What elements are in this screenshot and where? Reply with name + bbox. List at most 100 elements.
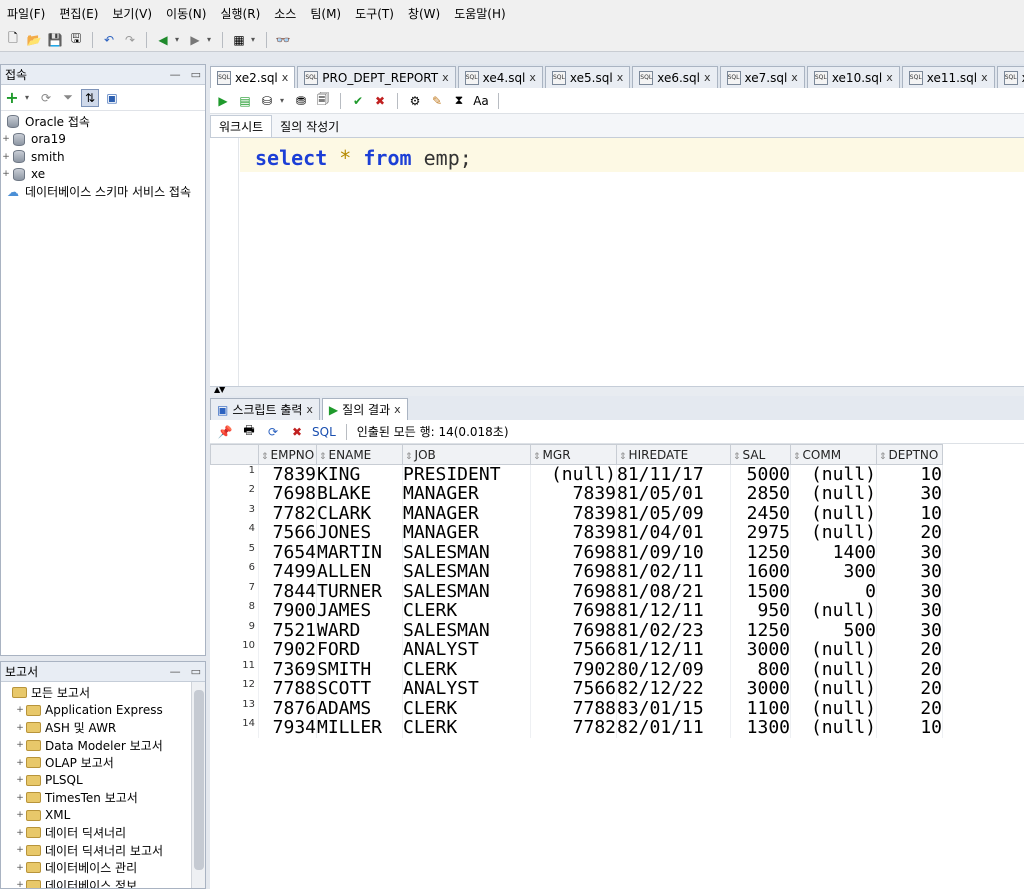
tab-editor-file[interactable]: SQL PRO_DEPT_REPORT x (297, 66, 456, 88)
table-cell[interactable]: 7839 (530, 503, 617, 523)
table-cell[interactable]: PRESIDENT (402, 464, 531, 484)
table-cell[interactable]: 0 (790, 581, 877, 601)
table-cell[interactable]: 7698 (258, 484, 317, 504)
explain-plan-icon[interactable]: 🗐 (314, 92, 332, 110)
expand-icon[interactable]: + (1, 169, 11, 179)
expand-icon[interactable]: + (15, 758, 25, 768)
table-cell[interactable]: 500 (790, 620, 877, 640)
expand-icon[interactable]: + (1, 152, 11, 162)
eraser-icon[interactable]: ✎ (428, 92, 446, 110)
scrollbar-thumb[interactable] (194, 690, 204, 870)
table-cell[interactable]: (null) (530, 464, 617, 484)
tab-editor-file[interactable]: SQL xe5.sql x (544, 66, 631, 88)
cancel-query-icon[interactable]: ✖ (288, 423, 306, 441)
run-script-icon[interactable]: ▤ (236, 92, 254, 110)
table-cell[interactable]: 7499 (258, 562, 317, 582)
add-connection-icon[interactable]: + (3, 88, 21, 107)
tab-script-output[interactable]: ▣ 스크립트 출력 x (210, 398, 320, 420)
table-cell[interactable]: (null) (790, 718, 877, 738)
redo-icon[interactable]: ↷ (121, 31, 139, 49)
table-cell[interactable]: 81/05/09 (616, 503, 731, 523)
table-cell[interactable]: 81/11/17 (616, 464, 731, 484)
table-cell[interactable]: (null) (790, 601, 877, 621)
autotrace-icon[interactable]: ✔ (349, 92, 367, 110)
table-cell[interactable]: 1250 (730, 542, 791, 562)
table-cell[interactable]: ADAMS (316, 698, 403, 718)
close-icon[interactable]: x (282, 71, 289, 84)
table-cell[interactable]: 1300 (730, 718, 791, 738)
table-cell[interactable]: 7521 (258, 620, 317, 640)
table-cell[interactable]: 7839 (530, 484, 617, 504)
table-cell[interactable]: 3000 (730, 679, 791, 699)
table-cell[interactable]: 7566 (530, 679, 617, 699)
table-cell[interactable]: 7698 (530, 581, 617, 601)
table-cell[interactable]: SALESMAN (402, 620, 531, 640)
table-cell[interactable]: JONES (316, 523, 403, 543)
table-cell[interactable]: 1500 (730, 581, 791, 601)
close-icon[interactable]: x (442, 71, 449, 84)
tab-worksheet[interactable]: 워크시트 (210, 115, 273, 137)
table-cell[interactable]: 7839 (530, 523, 617, 543)
add-connection-dropdown-icon[interactable]: ▾ (25, 93, 33, 102)
tree-node[interactable]: + TimesTen 보고서 (1, 789, 205, 807)
table-cell[interactable]: (null) (790, 679, 877, 699)
tree-node[interactable]: + PLSQL (1, 772, 205, 790)
table-cell[interactable]: 10 (876, 718, 943, 738)
tab-editor-file[interactable]: SQL xe2.sql x (210, 66, 296, 88)
table-cell[interactable]: ANALYST (402, 640, 531, 660)
table-cell[interactable]: CLARK (316, 503, 403, 523)
tree-node[interactable]: + Data Modeler 보고서 (1, 737, 205, 755)
column-header[interactable]: ⇕ MGR (530, 444, 617, 465)
table-cell[interactable]: MARTIN (316, 542, 403, 562)
table-cell[interactable]: 7900 (258, 601, 317, 621)
table-cell[interactable]: 7698 (530, 562, 617, 582)
table-row[interactable]: 10 7902 FORD ANALYST 7566 81/12/11 3000 (null) 2… (210, 640, 943, 660)
table-cell[interactable]: SCOTT (316, 679, 403, 699)
save-all-icon[interactable]: 🖫 (67, 31, 85, 49)
table-cell[interactable]: ANALYST (402, 679, 531, 699)
pin-icon[interactable]: 📌 (216, 423, 234, 441)
restore-icon[interactable]: ▭ (191, 665, 201, 678)
table-cell[interactable]: 81/12/11 (616, 601, 731, 621)
table-cell[interactable]: MANAGER (402, 484, 531, 504)
column-header[interactable]: ⇕ COMM (790, 444, 877, 465)
table-cell[interactable]: CLERK (402, 601, 531, 621)
table-cell[interactable]: 81/02/23 (616, 620, 731, 640)
expand-icon[interactable]: + (15, 723, 25, 733)
table-cell[interactable]: 7782 (530, 718, 617, 738)
menu-item[interactable]: 팀(M) (303, 0, 348, 28)
table-cell[interactable]: 2975 (730, 523, 791, 543)
run-statement-icon[interactable]: ▶ (214, 92, 232, 110)
table-cell[interactable]: 7876 (258, 698, 317, 718)
tab-editor-file[interactable]: SQL xe6.sql x (632, 66, 718, 88)
table-cell[interactable]: 7566 (530, 640, 617, 660)
print-icon[interactable]: 🖶 (240, 423, 258, 441)
refresh-icon[interactable]: ⟳ (37, 89, 55, 107)
tab-editor-file[interactable]: SQL xe4.sql x (457, 66, 543, 88)
table-cell[interactable]: KING (316, 464, 403, 484)
minimize-icon[interactable]: — (170, 665, 181, 678)
table-cell[interactable]: 7902 (258, 640, 317, 660)
expand-icon[interactable]: + (15, 845, 25, 855)
table-cell[interactable]: CLERK (402, 698, 531, 718)
column-header[interactable]: ⇕ EMPNO (258, 444, 317, 465)
tab-query-builder[interactable]: 질의 작성기 (272, 115, 347, 137)
table-cell[interactable]: 300 (790, 562, 877, 582)
table-cell[interactable]: 81/04/01 (616, 523, 731, 543)
table-cell[interactable]: 80/12/09 (616, 659, 731, 679)
commit-dropdown-icon[interactable]: ▾ (280, 96, 288, 105)
menu-item[interactable]: 소스 (267, 0, 303, 28)
commit-icon[interactable]: ⛁ (258, 92, 276, 110)
menu-item[interactable]: 창(W) (401, 0, 447, 28)
table-cell[interactable]: 30 (876, 581, 943, 601)
close-icon[interactable]: x (306, 403, 313, 416)
table-cell[interactable]: 7902 (530, 659, 617, 679)
tab-editor-file[interactable]: SQL xe11.sql x (901, 66, 995, 88)
new-file-icon[interactable]: 🗋 (4, 31, 22, 49)
reports-scrollbar[interactable] (191, 682, 205, 888)
cancel-icon[interactable]: ✖ (371, 92, 389, 110)
sql-tuning-icon[interactable]: ⚙ (406, 92, 424, 110)
restore-icon[interactable]: ▭ (191, 68, 201, 81)
table-cell[interactable]: CLERK (402, 718, 531, 738)
sql-worksheet-icon[interactable]: ▦ (230, 31, 248, 49)
